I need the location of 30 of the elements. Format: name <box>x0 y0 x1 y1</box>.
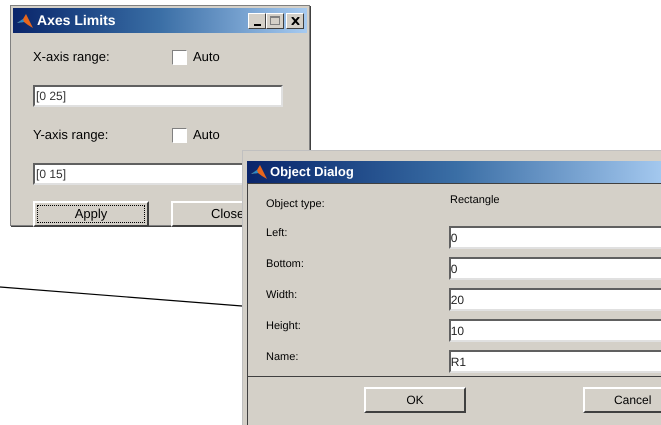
close-icon <box>290 16 300 24</box>
maximize-button[interactable] <box>266 12 284 28</box>
window-title: Axes Limits <box>37 11 116 30</box>
app-logo-icon <box>250 164 268 180</box>
text-field[interactable]: 20 <box>448 288 661 311</box>
app-logo-icon <box>16 12 34 28</box>
auto-checkbox[interactable] <box>172 50 187 64</box>
maximize-icon <box>270 16 280 25</box>
minimize-button[interactable] <box>248 12 266 28</box>
cancel-button[interactable]: Cancel <box>583 387 661 413</box>
range-label: X-axis range: <box>33 48 111 66</box>
range-field[interactable]: [0 25] <box>33 85 283 107</box>
field-label: Name: <box>266 350 300 366</box>
field-label: Left: <box>266 226 288 242</box>
text-field[interactable]: 0 <box>448 226 661 249</box>
text-field[interactable]: 0 <box>448 257 661 280</box>
apply-button[interactable]: Apply <box>33 201 149 227</box>
close-button[interactable] <box>286 12 304 28</box>
text-field[interactable]: R1 <box>448 350 661 373</box>
field-label: Bottom: <box>266 257 305 272</box>
object-type-value: Rectangle <box>450 193 500 208</box>
field-label: Width: <box>266 288 298 304</box>
ok-button[interactable]: OK <box>364 387 466 413</box>
range-label: Y-axis range: <box>33 126 110 144</box>
checkbox-label: Auto <box>193 48 220 66</box>
field-label: Height: <box>266 319 302 334</box>
auto-checkbox[interactable] <box>172 128 187 142</box>
minimize-icon <box>254 24 260 26</box>
text-field[interactable]: 10 <box>448 319 661 342</box>
checkbox-label: Auto <box>193 126 220 144</box>
